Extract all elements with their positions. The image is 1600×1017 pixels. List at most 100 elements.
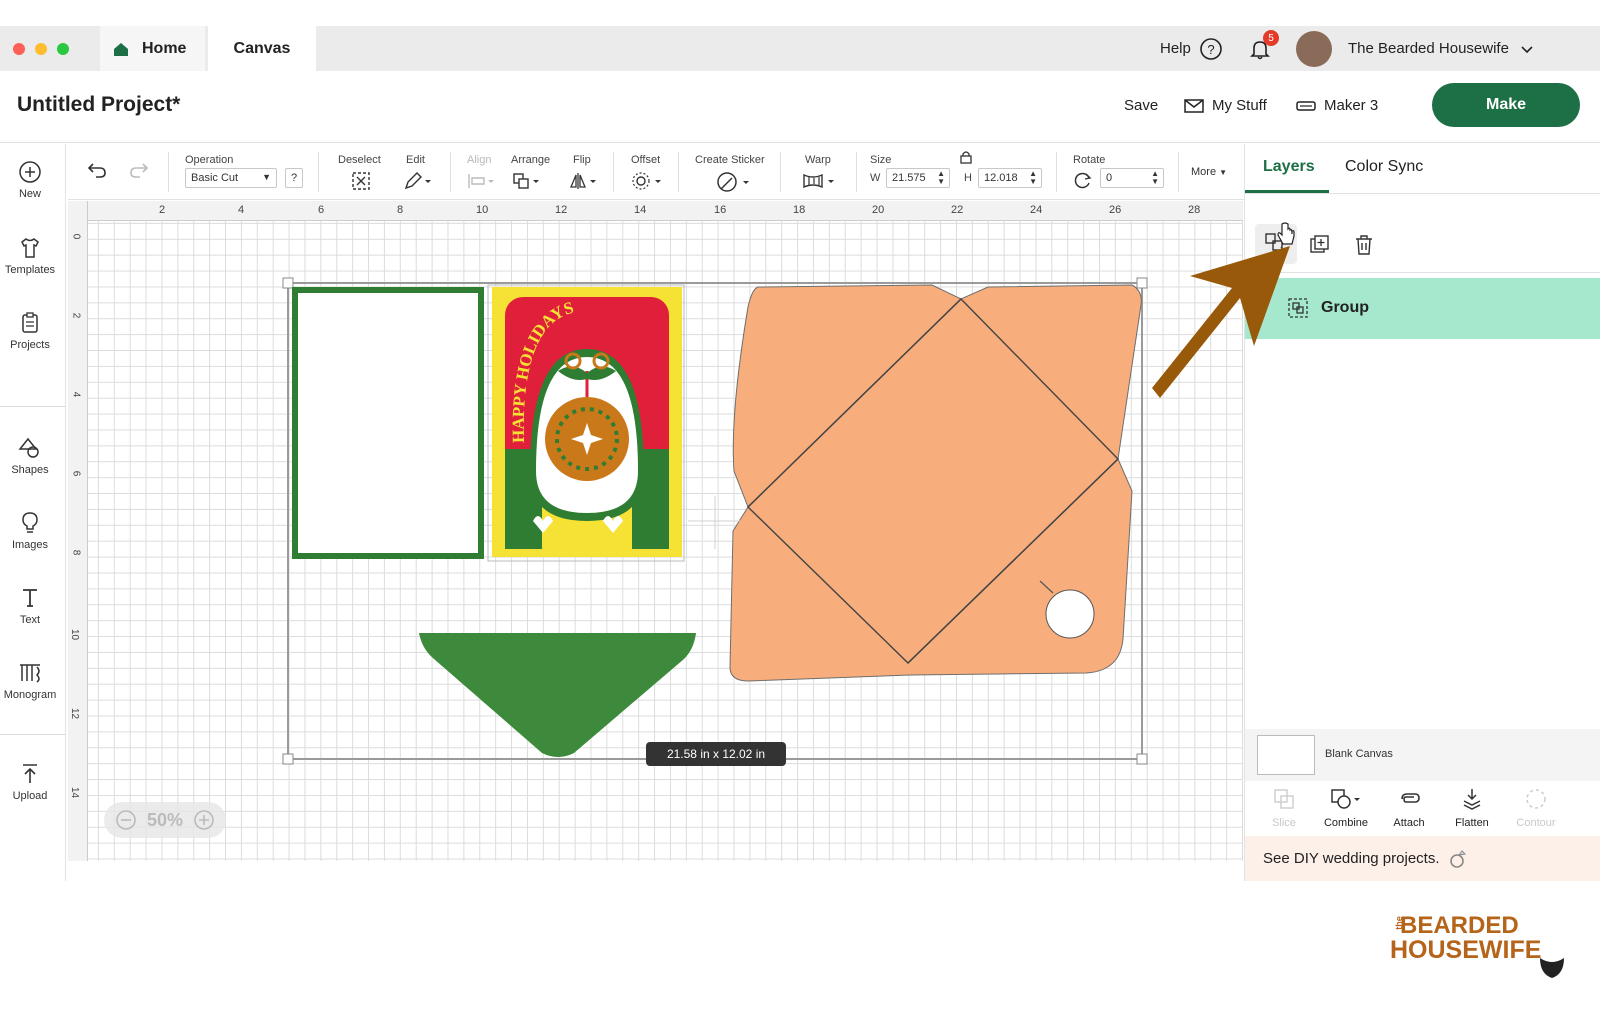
operation-help-button[interactable]: ? xyxy=(285,168,303,188)
deselect-label: Deselect xyxy=(338,154,381,166)
pencil-icon[interactable] xyxy=(403,171,433,191)
tab-color-sync[interactable]: Color Sync xyxy=(1345,158,1423,176)
undo-icon[interactable] xyxy=(86,160,108,180)
arrange-icon[interactable] xyxy=(511,171,541,191)
selection-handle xyxy=(282,277,294,289)
tab-color-sync-label: Color Sync xyxy=(1345,158,1424,175)
sidebar-item-new[interactable]: New xyxy=(0,160,60,200)
slice-icon xyxy=(1274,789,1294,809)
ring-icon xyxy=(1449,849,1466,868)
shapes-icon xyxy=(18,437,39,458)
sidebar-divider xyxy=(0,406,66,407)
stepper-icon: ▲ ▼ xyxy=(1151,169,1159,186)
zoom-in-icon[interactable] xyxy=(193,809,215,831)
tab-layers[interactable]: Layers xyxy=(1263,158,1315,176)
sidebar-item-upload[interactable]: Upload xyxy=(0,762,60,802)
more-button[interactable]: More ▼ xyxy=(1191,166,1227,178)
tab-bar: Home Canvas Help ? 5 The Bearded Housewi… xyxy=(0,26,1600,71)
operation-select[interactable]: Basic Cut ▼ xyxy=(185,168,277,188)
blank-canvas-swatch[interactable] xyxy=(1257,735,1315,775)
sidebar-item-label: Text xyxy=(19,614,41,626)
contour-button[interactable]: Contour xyxy=(1505,787,1567,829)
toolbar-divider xyxy=(613,152,614,192)
height-input[interactable]: 12.018 ▲ ▼ xyxy=(978,168,1042,188)
text-icon xyxy=(23,589,37,607)
sidebar-item-monogram[interactable]: Monogram xyxy=(0,661,60,701)
warp-icon[interactable] xyxy=(801,171,837,191)
notifications-button[interactable]: 5 xyxy=(1248,26,1279,71)
slice-button[interactable]: Slice xyxy=(1253,787,1315,829)
home-icon xyxy=(114,42,128,56)
sticker-icon[interactable] xyxy=(716,171,752,193)
height-prefix: H xyxy=(964,172,972,184)
toolbar-divider xyxy=(678,152,679,192)
zoom-level: 50% xyxy=(146,809,184,830)
flip-icon[interactable] xyxy=(568,171,598,191)
plain-card-inner xyxy=(298,293,478,553)
redo-icon[interactable] xyxy=(128,160,150,180)
help-label: Help xyxy=(1160,40,1191,57)
envelope-hole xyxy=(1045,589,1095,639)
zoom-window-button[interactable] xyxy=(57,43,69,55)
sidebar-item-images[interactable]: Images xyxy=(0,511,60,551)
save-button[interactable]: Save xyxy=(1124,97,1158,114)
ruler-horizontal: 2 4 6 8 10 12 14 16 18 20 22 24 26 28 xyxy=(68,201,1243,221)
selection-handle xyxy=(1136,753,1148,765)
rotate-input[interactable]: 0 ▲ ▼ xyxy=(1100,168,1164,188)
machine-label: Maker 3 xyxy=(1324,97,1379,114)
sidebar-item-label: New xyxy=(18,188,41,200)
tab-canvas-label: Canvas xyxy=(233,39,291,57)
sidebar-item-label: Images xyxy=(11,539,49,551)
offset-icon[interactable] xyxy=(631,171,663,191)
lock-icon[interactable] xyxy=(960,150,972,164)
zoom-out-icon[interactable] xyxy=(115,809,137,831)
minimize-window-button[interactable] xyxy=(35,43,47,55)
blank-canvas-label: Blank Canvas xyxy=(1325,748,1393,760)
flatten-label: Flatten xyxy=(1455,817,1489,829)
machine-button[interactable]: Maker 3 xyxy=(1296,97,1378,114)
toolbar-divider xyxy=(318,152,319,192)
align-icon[interactable] xyxy=(466,171,496,191)
promo-banner[interactable]: See DIY wedding projects. xyxy=(1245,836,1600,881)
width-input[interactable]: 21.575 ▲ ▼ xyxy=(886,168,950,188)
ruler-number: 12 xyxy=(69,707,81,720)
combine-button[interactable]: Combine xyxy=(1315,787,1377,829)
user-menu[interactable]: The Bearded Housewife xyxy=(1296,26,1535,71)
ruler-number: 10 xyxy=(476,204,489,216)
toolbar-divider xyxy=(780,152,781,192)
notification-badge: 5 xyxy=(1263,30,1279,46)
sidebar-item-templates[interactable]: Templates xyxy=(0,236,60,276)
tab-canvas[interactable]: Canvas xyxy=(208,26,316,71)
close-window-button[interactable] xyxy=(13,43,25,55)
help-button[interactable]: Help ? xyxy=(1160,26,1223,71)
save-label: Save xyxy=(1124,97,1159,114)
blank-canvas-row[interactable]: Blank Canvas xyxy=(1245,729,1600,781)
make-button[interactable]: Make xyxy=(1432,83,1580,127)
ruler-number: 2 xyxy=(70,312,82,319)
tab-home[interactable]: Home xyxy=(100,26,205,71)
project-title[interactable]: Untitled Project* xyxy=(17,93,180,117)
envelope-icon xyxy=(1184,98,1204,113)
caret-down-icon: ▼ xyxy=(262,172,271,182)
combine-icon xyxy=(1331,789,1360,809)
rotate-label: Rotate xyxy=(1073,154,1106,166)
my-stuff-button[interactable]: My Stuff xyxy=(1184,97,1267,114)
attach-button[interactable]: Attach xyxy=(1378,787,1440,829)
sidebar-item-label: Projects xyxy=(10,339,50,351)
sidebar-item-text[interactable]: Text xyxy=(0,586,60,626)
height-value: 12.018 xyxy=(984,172,1018,184)
sidebar-item-shapes[interactable]: Shapes xyxy=(0,436,60,476)
monogram-icon xyxy=(20,664,40,683)
stepper-icon: ▲ ▼ xyxy=(937,169,945,186)
hand-cursor-icon xyxy=(1277,222,1295,245)
rotate-icon[interactable] xyxy=(1073,170,1093,190)
trash-icon[interactable] xyxy=(1353,234,1375,256)
sidebar-item-projects[interactable]: Projects xyxy=(0,311,60,351)
toolbar-divider xyxy=(856,152,857,192)
ruler-number: 12 xyxy=(555,204,568,216)
left-sidebar: New Templates Projects Shapes Images Tex… xyxy=(0,144,66,881)
deselect-icon[interactable] xyxy=(351,171,371,191)
selection-size-tooltip: 21.58 in x 12.02 in xyxy=(646,742,786,766)
duplicate-icon[interactable] xyxy=(1309,234,1331,256)
flatten-button[interactable]: Flatten xyxy=(1441,787,1503,829)
